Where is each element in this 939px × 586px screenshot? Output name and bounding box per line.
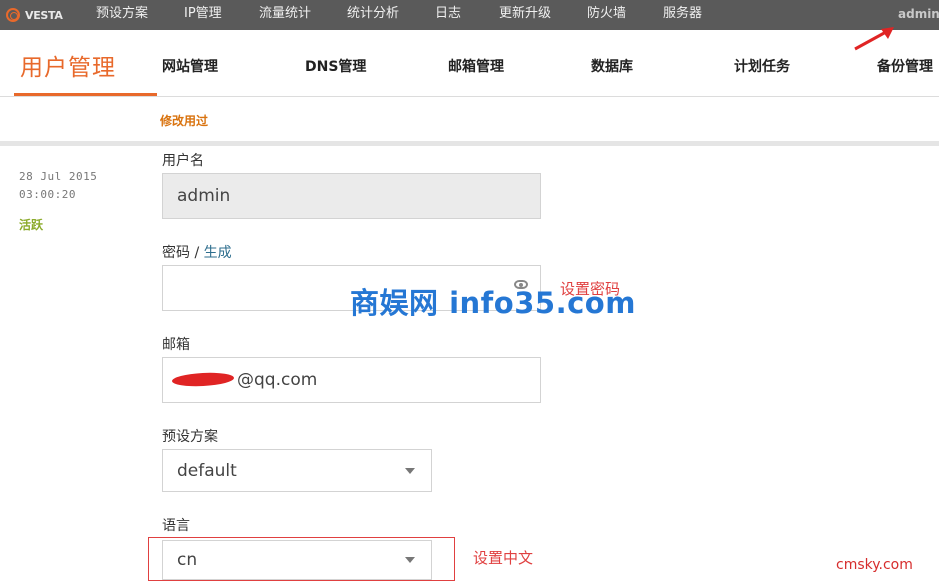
created-time: 03:00:20 (19, 188, 76, 201)
username-field: admin (162, 173, 541, 219)
tab-backup[interactable]: 备份管理 (877, 56, 933, 76)
language-label: 语言 (162, 518, 190, 534)
created-date: 28 Jul 2015 (19, 170, 98, 183)
generate-password-link[interactable]: 生成 (204, 245, 232, 261)
annotation-arrow-icon (854, 27, 894, 51)
package-select[interactable]: default (162, 449, 432, 492)
nav-firewall[interactable]: 防火墙 (587, 0, 626, 30)
nav-statistics[interactable]: 统计分析 (347, 0, 399, 30)
tab-database[interactable]: 数据库 (591, 56, 633, 76)
username-value: admin (177, 186, 231, 206)
chevron-down-icon (405, 467, 415, 474)
nav-log[interactable]: 日志 (435, 0, 461, 30)
username-label: 用户名 (162, 153, 204, 169)
watermark-text: 商娱网 info35.com (350, 286, 636, 320)
vesta-logo-icon (6, 8, 20, 22)
nav-updates[interactable]: 更新升级 (499, 0, 551, 30)
header-divider (0, 96, 939, 97)
language-highlight-box (148, 537, 455, 581)
password-label-text: 密码 (162, 245, 190, 261)
content-divider (0, 141, 939, 146)
tab-dns[interactable]: DNS管理 (305, 56, 366, 76)
package-value: default (177, 460, 237, 481)
nav-ip[interactable]: IP管理 (184, 0, 222, 30)
status-badge: 活跃 (19, 218, 44, 232)
corner-watermark: cmsky.com (836, 557, 913, 573)
tab-cron[interactable]: 计划任务 (734, 56, 790, 76)
language-annotation: 设置中文 (473, 549, 534, 567)
logo-text: VESTA (25, 8, 63, 22)
package-label: 预设方案 (162, 429, 218, 445)
user-menu-admin[interactable]: admin (898, 0, 939, 30)
email-label: 邮箱 (162, 337, 190, 353)
tab-web[interactable]: 网站管理 (162, 56, 218, 76)
tab-mail[interactable]: 邮箱管理 (448, 56, 504, 76)
password-label-sep: / (190, 245, 204, 261)
edit-user-action[interactable]: 修改用过 (160, 112, 208, 129)
nav-server[interactable]: 服务器 (663, 0, 702, 30)
nav-packages[interactable]: 预设方案 (96, 0, 148, 30)
email-value: @qq.com (237, 370, 318, 390)
vesta-logo[interactable]: VESTA (6, 5, 63, 25)
nav-traffic[interactable]: 流量统计 (259, 0, 311, 30)
tab-users-active[interactable]: 用户管理 (20, 48, 116, 82)
password-label: 密码 / 生成 (162, 242, 232, 262)
